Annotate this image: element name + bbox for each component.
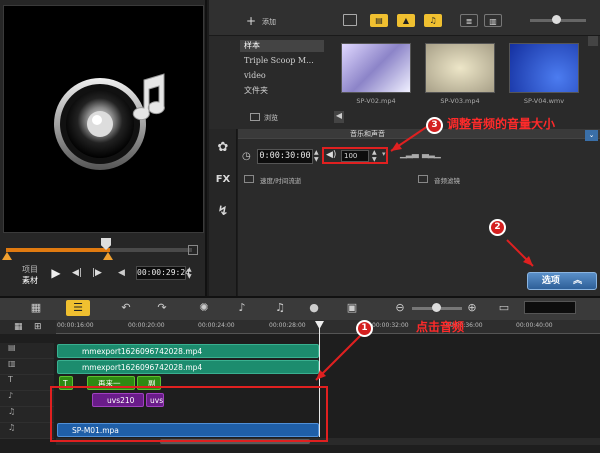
annotation-step-3-text: 调整音频的音量大小 xyxy=(447,117,556,131)
annotation-step-1-text: 点击音频 xyxy=(416,320,465,334)
annotation-arrows xyxy=(315,125,534,381)
annotation-step-2: 2 xyxy=(489,219,506,236)
annotation-step-1: 1 xyxy=(356,320,373,337)
annotation-step-3: 3 xyxy=(426,117,443,134)
